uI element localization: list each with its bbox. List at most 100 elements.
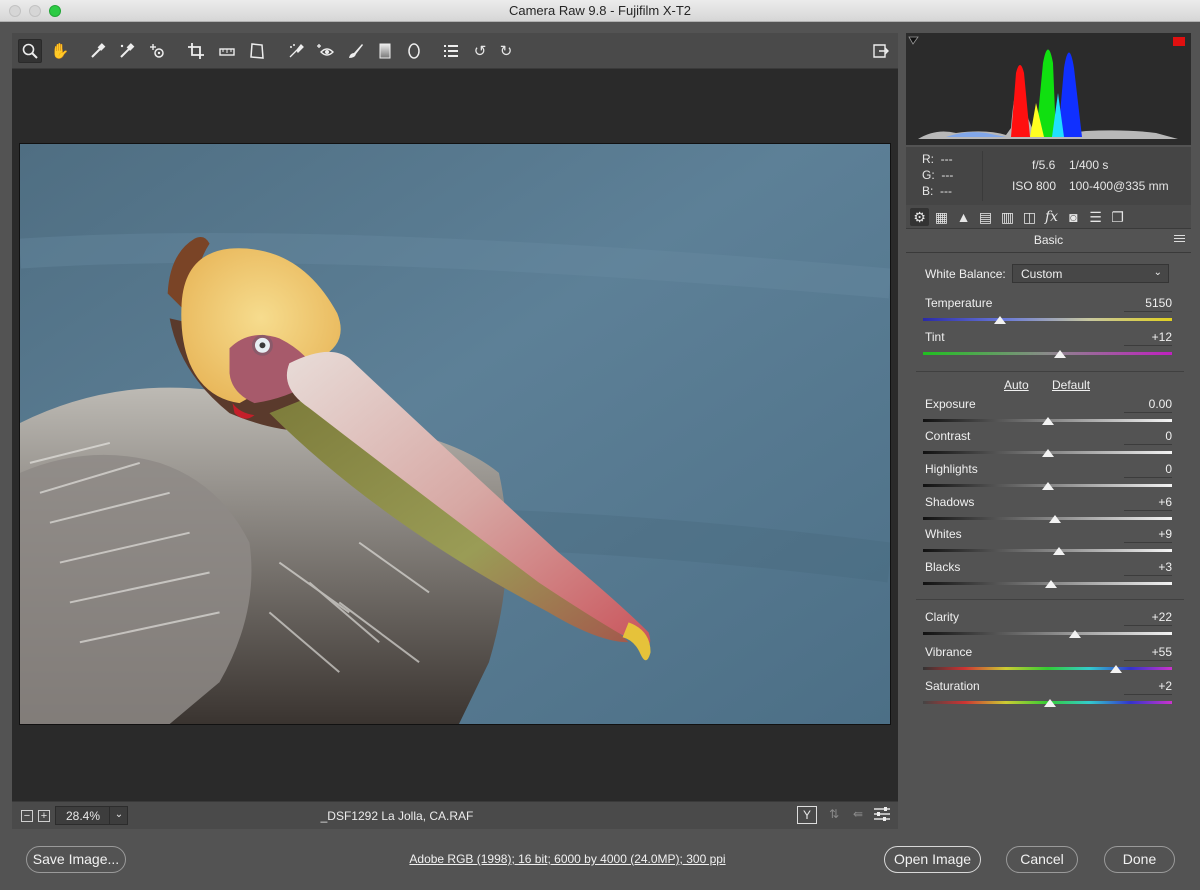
exposure-label: Exposure	[925, 397, 976, 411]
shadow-clipping-warning-icon[interactable]	[908, 36, 919, 45]
spot-removal-tool-icon[interactable]	[284, 39, 308, 63]
temperature-label: Temperature	[925, 296, 993, 310]
hsl-icon[interactable]: ▤	[976, 208, 995, 226]
save-image-button[interactable]: Save Image...	[26, 846, 126, 873]
temperature-value[interactable]: 5150	[1124, 296, 1172, 310]
tint-label: Tint	[925, 330, 945, 344]
open-image-button[interactable]: Open Image	[884, 846, 981, 873]
straighten-tool-icon[interactable]	[215, 39, 239, 63]
transform-tool-icon[interactable]	[245, 39, 269, 63]
cancel-button[interactable]: Cancel	[1006, 846, 1078, 873]
contrast-value[interactable]: 0	[1124, 429, 1172, 443]
window-title: Camera Raw 9.8 - Fujifilm X-T2	[508, 3, 692, 18]
highlights-value[interactable]: 0	[1124, 462, 1172, 476]
auto-button[interactable]: Auto	[1004, 378, 1029, 392]
panel-menu-icon[interactable]	[1174, 235, 1185, 244]
blacks-slider-thumb[interactable]	[1045, 580, 1058, 588]
highlights-label: Highlights	[925, 462, 978, 476]
targeted-adjustment-tool-icon[interactable]	[145, 39, 169, 63]
split-toning-icon[interactable]: ▥	[998, 208, 1017, 226]
radial-filter-icon[interactable]	[402, 39, 426, 63]
vibrance-label: Vibrance	[925, 645, 973, 659]
shadows-slider[interactable]	[923, 517, 1172, 520]
adjustment-brush-icon[interactable]	[344, 39, 368, 63]
white-balance-tool-icon[interactable]	[86, 39, 110, 63]
temperature-slider[interactable]	[923, 318, 1172, 321]
color-sampler-tool-icon[interactable]	[115, 39, 139, 63]
highlights-slider-thumb[interactable]	[1041, 482, 1054, 490]
shadows-slider-thumb[interactable]	[1048, 515, 1061, 523]
camera-calibration-icon[interactable]: ◙	[1064, 208, 1083, 226]
zoom-in-button[interactable]: +	[38, 810, 50, 822]
histogram	[906, 33, 1191, 145]
blacks-label: Blacks	[925, 560, 961, 574]
tone-curve-icon[interactable]: ▦	[932, 208, 951, 226]
whites-label: Whites	[925, 527, 962, 541]
clarity-slider-thumb[interactable]	[1068, 630, 1081, 638]
image-area: ✋ ↺ ↻ − + 28.4% ⌄ _DSF1292 La Jolla, CA.…	[12, 33, 898, 829]
detail-icon[interactable]: ▲	[954, 208, 973, 226]
effects-icon[interactable]: fx	[1042, 208, 1061, 226]
exposure-value[interactable]: 0.00	[1124, 397, 1172, 411]
toggle-fullscreen-icon[interactable]	[868, 39, 892, 63]
zoom-out-button[interactable]: −	[21, 810, 33, 822]
zoom-tool-icon[interactable]	[18, 39, 42, 63]
clarity-value[interactable]: +22	[1124, 610, 1172, 624]
tint-value[interactable]: +12	[1124, 330, 1172, 344]
vibrance-slider-thumb[interactable]	[1109, 665, 1122, 673]
tint-slider[interactable]	[923, 352, 1172, 355]
copy-settings-icon: ⇚	[852, 807, 864, 821]
hand-tool-icon[interactable]: ✋	[48, 39, 72, 63]
shadows-value[interactable]: +6	[1124, 495, 1172, 509]
default-button[interactable]: Default	[1052, 378, 1090, 392]
preferences-icon[interactable]	[439, 39, 463, 63]
file-name: _DSF1292 La Jolla, CA.RAF	[320, 809, 474, 823]
camera-raw-window: Camera Raw 9.8 - Fujifilm X-T2 ✋ ↺ ↻ − +…	[0, 0, 1200, 890]
whites-slider[interactable]	[923, 549, 1172, 552]
basic-panel-icon[interactable]: ⚙	[910, 208, 929, 226]
clarity-label: Clarity	[925, 610, 960, 624]
presets-icon[interactable]: ☰	[1086, 208, 1105, 226]
status-bar: − + 28.4% ⌄ _DSF1292 La Jolla, CA.RAF Y …	[12, 801, 898, 829]
chevron-down-icon[interactable]: ⌄	[109, 806, 128, 825]
green-readout: G: ---	[922, 168, 954, 182]
blue-readout: B: ---	[922, 184, 953, 198]
lens-corrections-icon[interactable]: ◫	[1020, 208, 1039, 226]
tint-slider-thumb[interactable]	[1053, 350, 1066, 358]
before-after-view-icon[interactable]: Y	[797, 806, 817, 824]
tool-bar: ✋ ↺ ↻	[12, 33, 898, 69]
graduated-filter-icon[interactable]	[373, 39, 397, 63]
rotate-ccw-icon[interactable]: ↺	[468, 39, 492, 63]
iso: ISO 800	[1012, 179, 1057, 193]
title-bar: Camera Raw 9.8 - Fujifilm X-T2	[0, 0, 1200, 22]
panel-tabs: ⚙ ▦ ▲ ▤ ▥ ◫ fx ◙ ☰ ❐	[906, 205, 1191, 229]
vibrance-value[interactable]: +55	[1124, 645, 1172, 659]
vibrance-slider[interactable]	[923, 667, 1172, 670]
whites-value[interactable]: +9	[1124, 527, 1172, 541]
red-eye-removal-icon[interactable]	[313, 39, 337, 63]
swap-before-after-icon: ⇅	[828, 807, 840, 821]
done-button[interactable]: Done	[1104, 846, 1175, 873]
contrast-label: Contrast	[925, 429, 971, 443]
workflow-options-link[interactable]: Adobe RGB (1998); 16 bit; 6000 by 4000 (…	[300, 852, 835, 866]
whites-slider-thumb[interactable]	[1052, 547, 1065, 555]
white-balance-select[interactable]: Custom ⌄	[1012, 264, 1169, 283]
shutter-speed: 1/400 s	[1069, 158, 1109, 172]
exposure-slider-thumb[interactable]	[1041, 417, 1054, 425]
contrast-slider-thumb[interactable]	[1041, 449, 1054, 457]
right-panel: R: --- G: --- B: --- f/5.6 1/400 s ISO 8…	[906, 33, 1191, 829]
rotate-cw-icon[interactable]: ↻	[494, 39, 518, 63]
shadows-label: Shadows	[925, 495, 975, 509]
chevron-down-icon: ⌄	[1153, 267, 1162, 278]
image-preview[interactable]	[19, 143, 891, 725]
toggle-settings-icon[interactable]	[872, 806, 892, 824]
temperature-slider-thumb[interactable]	[994, 316, 1007, 324]
crop-tool-icon[interactable]	[184, 39, 208, 63]
blacks-value[interactable]: +3	[1124, 560, 1172, 574]
saturation-value[interactable]: +2	[1124, 679, 1172, 693]
saturation-label: Saturation	[925, 679, 980, 693]
saturation-slider-thumb[interactable]	[1043, 699, 1056, 707]
panel-title: Basic	[906, 229, 1191, 253]
clarity-slider[interactable]	[923, 632, 1172, 635]
snapshots-icon[interactable]: ❐	[1108, 208, 1127, 226]
